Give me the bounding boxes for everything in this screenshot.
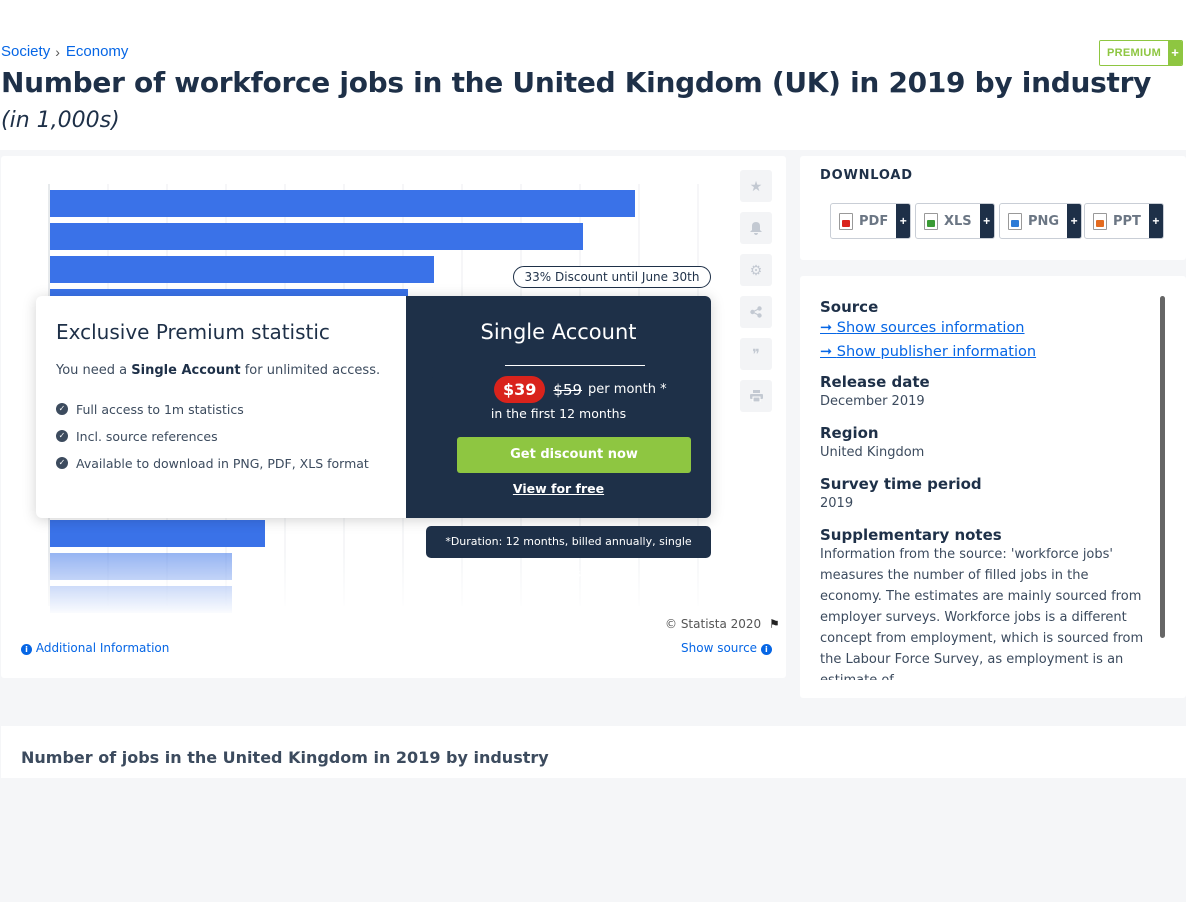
- duration-note: *Duration: 12 months, billed annually, s…: [426, 526, 711, 580]
- ppt-face: PPT: [1085, 204, 1149, 238]
- price-new: $39: [494, 376, 546, 403]
- metadata-scrollbar[interactable]: [1160, 296, 1165, 638]
- pdf-label: PDF: [859, 213, 889, 229]
- metadata-card: Source ➞ Show sources information ➞ Show…: [800, 276, 1186, 698]
- xls-label: XLS: [944, 213, 972, 229]
- chart-bar[interactable]: [50, 190, 635, 217]
- feature-list: ✓ Full access to 1m statistics ✓ Incl. sou…: [56, 402, 369, 483]
- xls-file-icon: [924, 212, 938, 230]
- paywall-heading: Exclusive Premium statistic: [56, 320, 330, 344]
- info-icon: i: [21, 644, 32, 655]
- need-suffix: for unlimited access.: [240, 363, 381, 378]
- metadata-scroll[interactable]: Source ➞ Show sources information ➞ Show…: [820, 276, 1150, 680]
- bell-icon[interactable]: [740, 212, 772, 244]
- survey-heading: Survey time period: [820, 475, 982, 493]
- breadcrumb-society[interactable]: Society: [1, 43, 50, 60]
- xls-face: XLS: [916, 204, 980, 238]
- gear-icon[interactable]: ⚙: [740, 254, 772, 286]
- premium-plus: +: [1168, 41, 1183, 65]
- quote-icon[interactable]: ❞: [740, 338, 772, 370]
- ppt-file-icon: [1093, 212, 1107, 230]
- chart-fade: [1, 551, 731, 616]
- share-icon[interactable]: [740, 296, 772, 328]
- feature-item: ✓ Available to download in PNG, PDF, XLS …: [56, 456, 369, 483]
- download-pdf-button[interactable]: PDF +: [830, 203, 912, 239]
- source-heading: Source: [820, 298, 879, 316]
- notes-value: Information from the source: 'workforce …: [820, 547, 1144, 680]
- pdf-plus: +: [896, 204, 911, 238]
- breadcrumb-separator: ›: [55, 43, 60, 60]
- chart-bar[interactable]: [50, 520, 265, 547]
- copyright: © Statista 2020 ⚑: [665, 617, 780, 631]
- related-title[interactable]: Number of jobs in the United Kingdom in …: [21, 748, 549, 767]
- page-title: Number of workforce jobs in the United K…: [1, 66, 1152, 99]
- print-icon[interactable]: [740, 380, 772, 412]
- png-label: PNG: [1028, 213, 1060, 229]
- price-old: $59: [553, 380, 583, 399]
- show-publisher-link[interactable]: ➞ Show publisher information: [820, 340, 1150, 364]
- check-icon: ✓: [56, 430, 68, 442]
- paywall-need-text: You need a Single Account for unlimited …: [56, 363, 380, 378]
- notes-heading: Supplementary notes: [820, 526, 1002, 544]
- per-month: per month *: [588, 382, 667, 397]
- download-title: DOWNLOAD: [820, 168, 913, 183]
- info-icon: i: [760, 644, 772, 655]
- pdf-file-icon: [839, 212, 853, 230]
- related-statistic-card: Number of jobs in the United Kingdom in …: [1, 726, 1186, 778]
- premium-badge[interactable]: PREMIUM +: [1099, 40, 1184, 66]
- region-value: United Kingdom: [820, 445, 925, 460]
- survey-value: 2019: [820, 496, 854, 511]
- download-ppt-button[interactable]: PPT +: [1084, 203, 1164, 239]
- download-xls-button[interactable]: XLS +: [915, 203, 995, 239]
- release-heading: Release date: [820, 373, 930, 391]
- show-sources-link[interactable]: ➞ Show sources information: [820, 316, 1150, 340]
- show-source-link[interactable]: Show source i: [681, 641, 772, 655]
- star-icon[interactable]: ★: [740, 170, 772, 202]
- need-account: Single Account: [131, 363, 241, 378]
- need-prefix: You need a: [56, 363, 132, 378]
- arrow-right-icon: ➞: [820, 344, 837, 360]
- copyright-text: © Statista 2020: [665, 617, 762, 631]
- paywall-overlay: Single Account $39 $59 per month * in th…: [36, 296, 711, 518]
- additional-info-text: Additional Information: [35, 641, 170, 655]
- chart-bar[interactable]: [50, 223, 583, 250]
- feature-text: Incl. source references: [76, 429, 218, 444]
- price-row: $39 $59 per month *: [494, 376, 667, 403]
- show-publisher-text: Show publisher information: [836, 344, 1037, 360]
- region-heading: Region: [820, 424, 879, 442]
- ppt-label: PPT: [1113, 213, 1141, 229]
- discount-pill: 33% Discount until June 30th: [513, 266, 711, 288]
- chart-card: ★ ⚙ ❞ 33% Discount until June 30th Singl…: [1, 156, 786, 678]
- release-value: December 2019: [820, 394, 925, 409]
- feature-item: ✓ Incl. source references: [56, 429, 369, 456]
- get-discount-button[interactable]: Get discount now: [457, 437, 691, 473]
- breadcrumb: Society › Economy: [1, 43, 128, 60]
- account-divider: [505, 365, 645, 366]
- show-sources-text: Show sources information: [836, 320, 1025, 336]
- chart-bar[interactable]: [50, 256, 434, 283]
- ppt-plus: +: [1148, 204, 1163, 238]
- xls-plus: +: [979, 204, 994, 238]
- page-subtitle: (in 1,000s): [1, 108, 120, 133]
- png-plus: +: [1067, 204, 1082, 238]
- check-icon: ✓: [56, 403, 68, 415]
- additional-information-link[interactable]: i Additional Information: [21, 641, 169, 655]
- check-icon: ✓: [56, 457, 68, 469]
- pdf-face: PDF: [831, 204, 896, 238]
- download-png-button[interactable]: PNG +: [999, 203, 1083, 239]
- flag-icon[interactable]: ⚑: [769, 617, 780, 631]
- arrow-right-icon: ➞: [820, 320, 837, 336]
- png-file-icon: [1008, 212, 1022, 230]
- feature-text: Available to download in PNG, PDF, XLS f…: [76, 456, 369, 471]
- download-card: DOWNLOAD PDF + XLS + PNG + PPT +: [800, 156, 1186, 260]
- page-header: Society › Economy PREMIUM + Number of wo…: [0, 0, 1186, 150]
- chart-toolbar: ★ ⚙ ❞: [740, 170, 772, 422]
- png-face: PNG: [1000, 204, 1067, 238]
- feature-text: Full access to 1m statistics: [76, 402, 244, 417]
- feature-item: ✓ Full access to 1m statistics: [56, 402, 369, 429]
- premium-label: PREMIUM: [1100, 41, 1169, 65]
- breadcrumb-economy[interactable]: Economy: [66, 43, 129, 60]
- show-source-text: Show source: [681, 641, 758, 655]
